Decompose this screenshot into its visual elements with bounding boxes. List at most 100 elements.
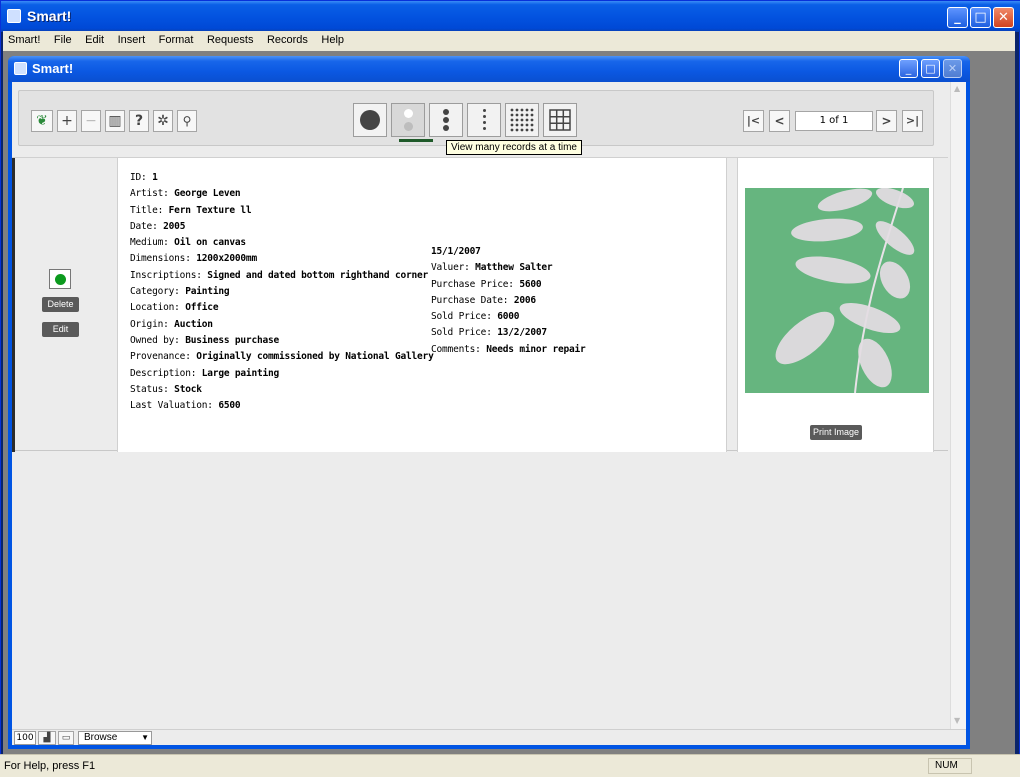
field-row: Artist: George Leven — [130, 188, 241, 200]
selected-view-indicator — [399, 139, 433, 142]
status-help-text: For Help, press F1 — [4, 760, 96, 772]
document-client-area: ❦ + − ▥ ? ✲ ⚲ |< < 1 of 1 > >| View many… — [12, 82, 966, 745]
document-title: Smart! — [32, 61, 74, 76]
view-mode-tooltip: View many records at a time — [446, 140, 582, 155]
chevron-down-icon: ▼ — [141, 733, 149, 742]
mdi-workspace: Smart! _ □ ✕ ❦ + − ▥ ? ✲ ⚲ |< < 1 of 1 >… — [3, 51, 1015, 754]
print-image-button[interactable]: Print Image — [810, 425, 862, 440]
document-window: Smart! _ □ ✕ ❦ + − ▥ ? ✲ ⚲ |< < 1 of 1 >… — [8, 56, 970, 749]
doc-close-button[interactable]: ✕ — [943, 59, 962, 78]
artwork-image-panel: Print Image — [737, 158, 934, 452]
doc-minimize-button[interactable]: _ — [899, 59, 918, 78]
previous-record-button[interactable]: < — [769, 110, 790, 132]
fields-left-column: ID: 1 Artist: George Leven Title: Fern T… — [130, 172, 434, 416]
dot-icon — [443, 109, 449, 115]
current-record-indicator — [12, 158, 15, 452]
status-bar: For Help, press F1 NUM — [0, 754, 1020, 777]
app-icon — [7, 9, 21, 23]
view-dot-grid-button[interactable] — [505, 103, 539, 137]
field-row: Location: Office — [130, 302, 219, 314]
window-title: Smart! — [27, 8, 72, 24]
dot-grid-icon — [510, 108, 534, 132]
document-title-bar[interactable]: Smart! _ □ ✕ — [8, 56, 970, 82]
menu-edit[interactable]: Edit — [80, 31, 109, 46]
view-single-record-button[interactable] — [353, 103, 387, 137]
lower-dot-icon — [404, 122, 413, 131]
document-icon — [14, 62, 27, 75]
field-row: Origin: Auction — [130, 318, 213, 330]
zoom-level-field[interactable]: 100 — [14, 731, 36, 745]
dot-icon — [483, 109, 486, 112]
artwork-image[interactable] — [745, 188, 929, 393]
field-row: Description: Large painting — [130, 367, 280, 379]
upper-dot-icon — [404, 109, 413, 118]
last-record-button[interactable]: >| — [902, 110, 923, 132]
maximize-button[interactable]: □ — [970, 7, 991, 28]
zoom-icon[interactable]: ▟ — [38, 731, 56, 745]
toolbar: ❦ + − ▥ ? ✲ ⚲ |< < 1 of 1 > >| — [18, 90, 934, 146]
mode-selector-value: Browse — [84, 732, 118, 743]
menu-requests[interactable]: Requests — [202, 31, 258, 46]
record-page-field[interactable]: 1 of 1 — [795, 111, 873, 131]
field-row: Date: 2005 — [130, 220, 186, 232]
scroll-up-icon[interactable]: ▲ — [954, 84, 960, 93]
status-area-toggle-icon[interactable]: ▭ — [58, 731, 74, 745]
search-icon[interactable]: ⚲ — [177, 110, 197, 132]
record-row: Delete Edit ID: 1 Artist: George Leven T… — [12, 157, 948, 452]
scroll-down-icon[interactable]: ▼ — [954, 716, 960, 725]
bar-chart-icon[interactable]: ▥ — [105, 110, 125, 132]
menu-insert[interactable]: Insert — [113, 31, 151, 46]
single-circle-icon — [360, 110, 380, 130]
view-three-records-button[interactable] — [429, 103, 463, 137]
menu-help[interactable]: Help — [316, 31, 349, 46]
leaf-icon[interactable]: ❦ — [31, 110, 53, 132]
field-row: Last Valuation: 6500 — [130, 400, 241, 412]
dot-icon — [443, 125, 449, 131]
field-row: Provenance: Originally commissioned by N… — [130, 351, 434, 363]
dot-icon — [483, 115, 486, 118]
dot-icon — [483, 127, 486, 130]
field-row: Sold Price: 6000 — [431, 311, 520, 323]
edit-button[interactable]: Edit — [42, 322, 79, 337]
view-table-button[interactable] — [543, 103, 577, 137]
gear-icon[interactable]: ✲ — [153, 110, 173, 132]
table-grid-icon — [549, 109, 571, 131]
doc-restore-button[interactable]: □ — [921, 59, 940, 78]
minus-icon[interactable]: − — [81, 110, 101, 132]
view-two-records-button[interactable] — [391, 103, 425, 137]
menu-records[interactable]: Records — [262, 31, 313, 46]
close-button[interactable]: ✕ — [993, 7, 1014, 28]
field-row: Inscriptions: Signed and dated bottom ri… — [130, 269, 429, 281]
record-fields-panel: ID: 1 Artist: George Leven Title: Fern T… — [117, 158, 727, 452]
delete-button[interactable]: Delete — [42, 297, 79, 312]
view-many-records-button[interactable] — [467, 103, 501, 137]
menu-smart[interactable]: Smart! — [3, 31, 45, 46]
menu-format[interactable]: Format — [154, 31, 199, 46]
field-row: Status: Stock — [130, 383, 202, 395]
vertical-scrollbar[interactable]: ▲ ▼ — [950, 82, 966, 729]
title-bar[interactable]: Smart! _ □ ✕ — [1, 1, 1020, 32]
record-select-checkbox[interactable] — [49, 269, 71, 289]
dot-icon — [483, 121, 486, 124]
fields-right-column: 15/1/2007 Valuer: Matthew Salter Purchas… — [431, 246, 586, 360]
next-record-button[interactable]: > — [876, 110, 897, 132]
field-row: Category: Painting — [130, 286, 230, 298]
minimize-button[interactable]: _ — [947, 7, 968, 28]
field-row: Purchase Price: 5600 — [431, 278, 542, 290]
field-row: Medium: Oil on canvas — [130, 237, 246, 249]
field-row: ID: 1 — [130, 172, 158, 183]
mode-selector[interactable]: Browse ▼ — [78, 731, 152, 745]
first-record-button[interactable]: |< — [743, 110, 764, 132]
field-row: Title: Fern Texture ll — [130, 204, 252, 216]
bottom-toolbar: 100 ▟ ▭ Browse ▼ — [12, 729, 966, 745]
field-row: Owned by: Business purchase — [130, 334, 280, 346]
num-lock-indicator: NUM — [928, 758, 972, 774]
field-row: Valuer: Matthew Salter — [431, 262, 553, 274]
help-icon[interactable]: ? — [129, 110, 149, 132]
menu-file[interactable]: File — [49, 31, 77, 46]
field-row: Dimensions: 1200x2000mm — [130, 253, 257, 265]
field-row: 15/1/2007 — [431, 246, 481, 257]
field-row: Comments: Needs minor repair — [431, 343, 586, 355]
plus-icon[interactable]: + — [57, 110, 77, 132]
menu-bar: Smart! File Edit Insert Format Requests … — [3, 31, 1015, 51]
